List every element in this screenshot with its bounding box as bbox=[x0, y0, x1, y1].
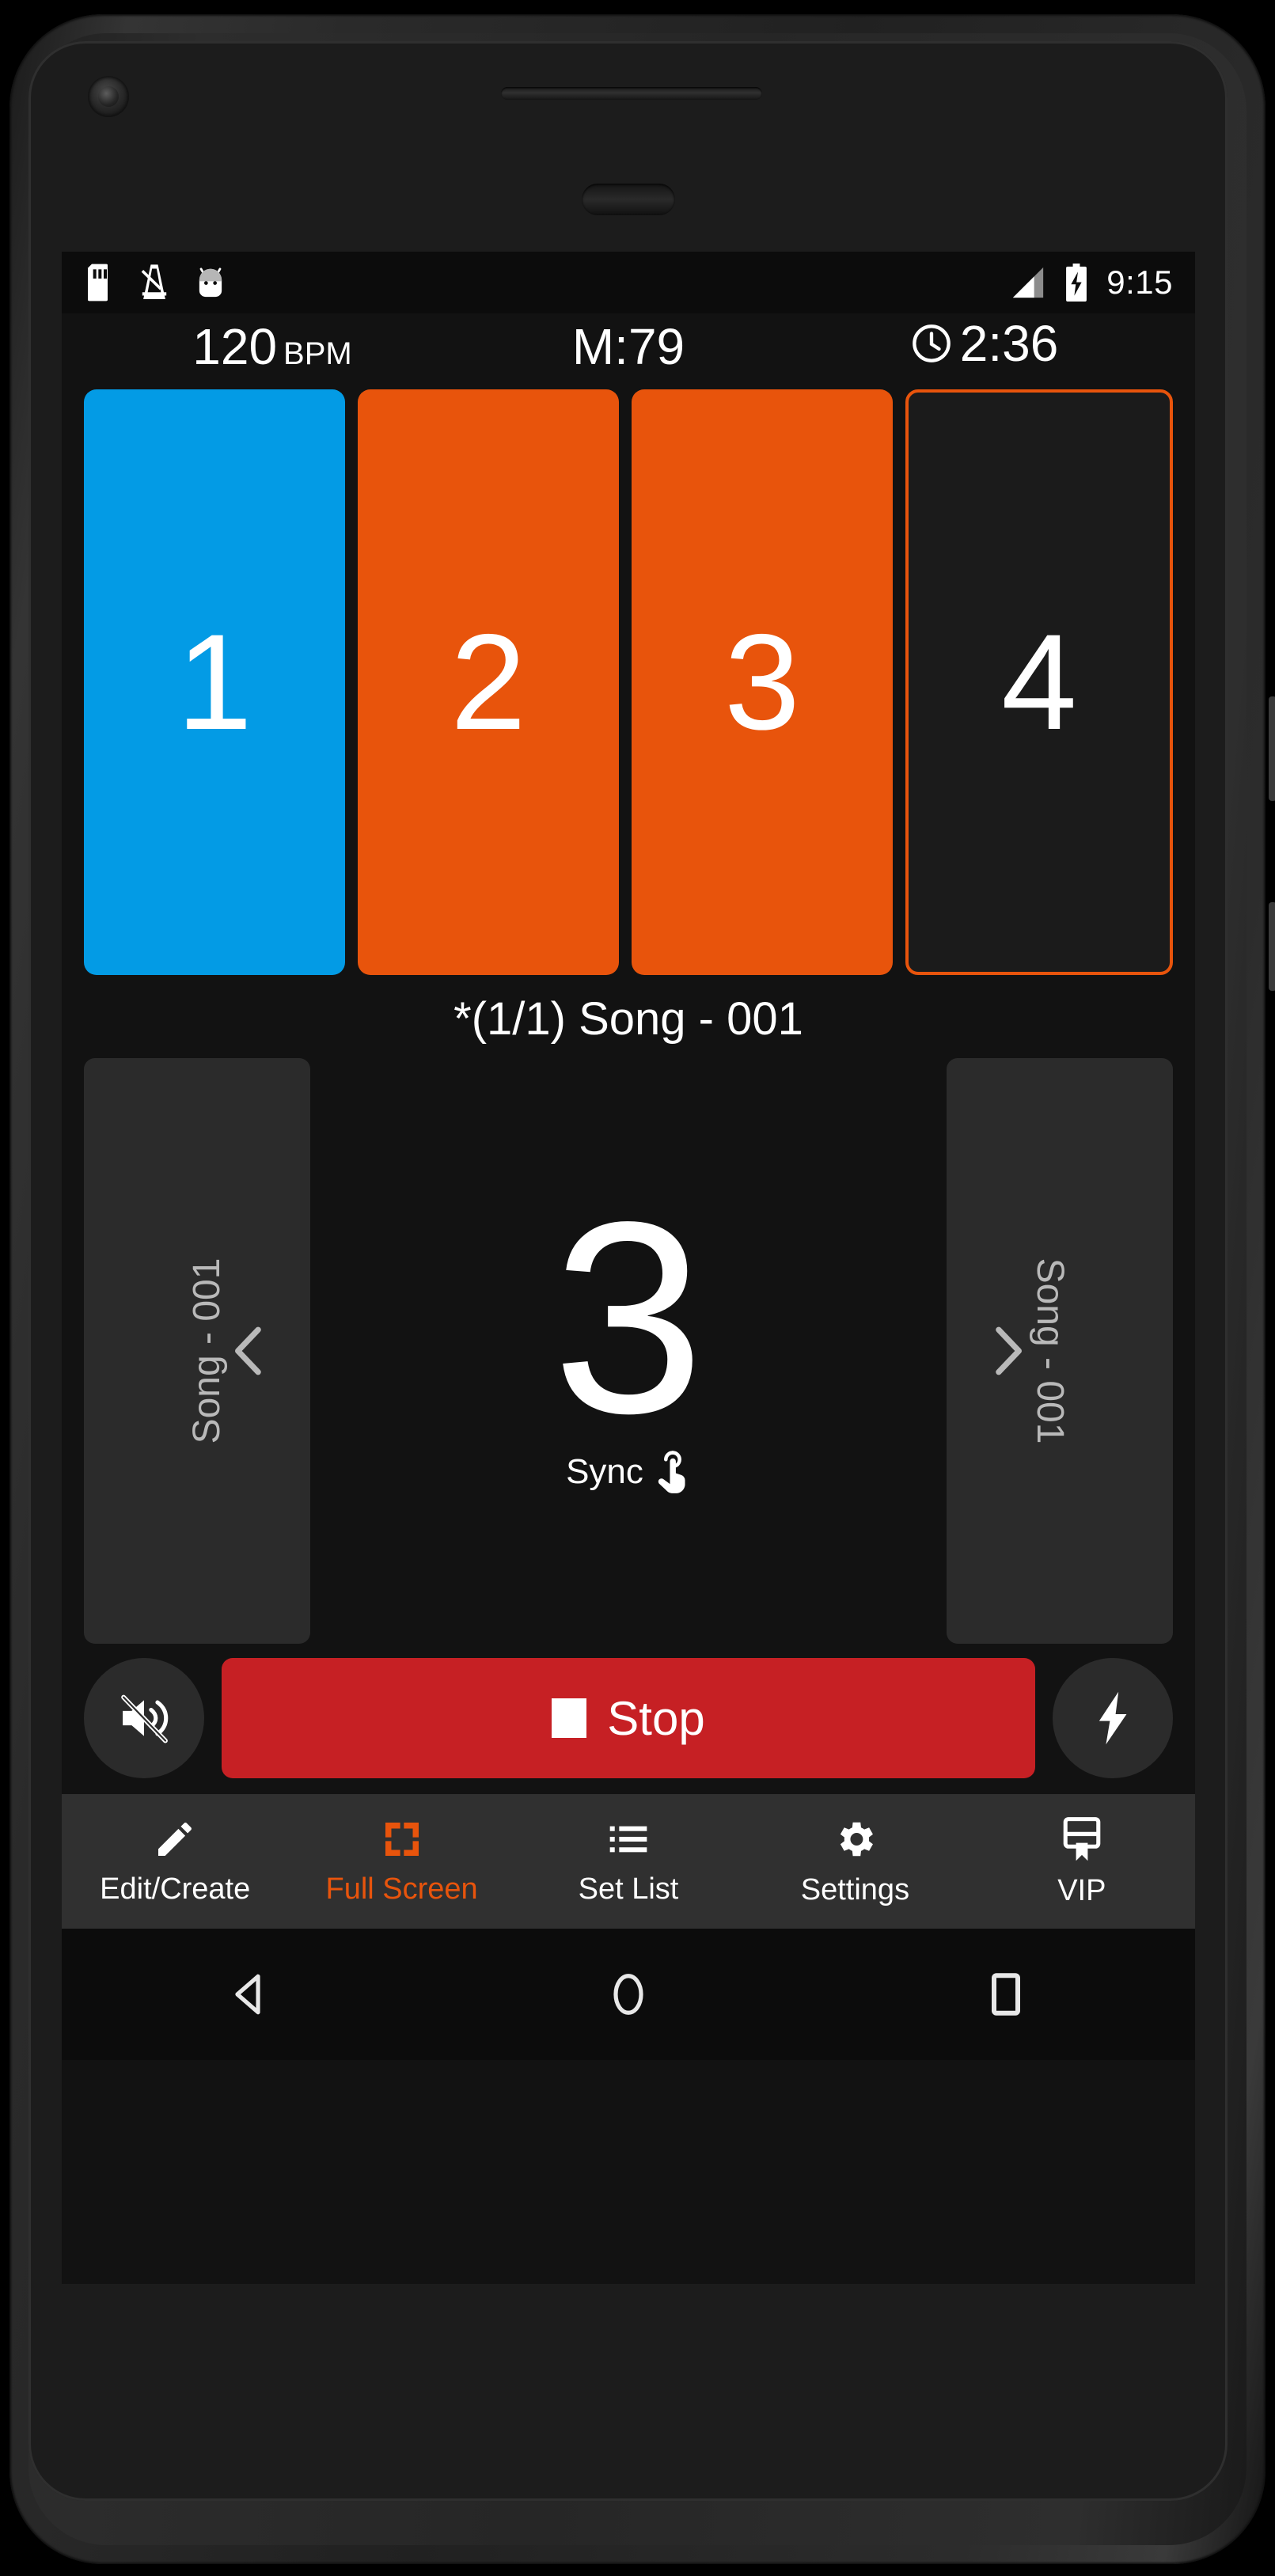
status-bar: 9:15 bbox=[62, 252, 1195, 313]
android-head-icon bbox=[193, 264, 228, 301]
counter-area: Song - 001 3 Sync Song - 001 bbox=[62, 1058, 1195, 1644]
beat-counter-value: 3 bbox=[552, 1166, 704, 1471]
back-triangle-icon bbox=[226, 1970, 275, 2019]
stop-label: Stop bbox=[607, 1691, 705, 1745]
nav-item-edit-create[interactable]: Edit/Create bbox=[62, 1817, 288, 1906]
recents-square-icon bbox=[987, 1971, 1025, 2018]
status-bar-clock: 9:15 bbox=[1106, 264, 1173, 301]
beat-label: 2 bbox=[450, 606, 526, 758]
status-bar-system-icons: 9:15 bbox=[1010, 264, 1173, 302]
elapsed-time-display[interactable]: 2:36 bbox=[795, 318, 1174, 369]
sd-card-icon bbox=[84, 264, 116, 302]
stop-button[interactable]: Stop bbox=[222, 1658, 1035, 1778]
nav-item-vip[interactable]: VIP bbox=[969, 1815, 1195, 1908]
power-button[interactable] bbox=[1269, 696, 1275, 801]
system-home-button[interactable] bbox=[439, 1970, 817, 2019]
gear-icon bbox=[832, 1816, 878, 1862]
nav-item-set-list[interactable]: Set List bbox=[515, 1817, 742, 1906]
touch-hand-icon bbox=[655, 1449, 691, 1495]
home-circle-icon bbox=[605, 1970, 651, 2019]
beat-blocks: 1 2 3 4 bbox=[62, 389, 1195, 975]
bpm-unit: BPM bbox=[283, 336, 352, 371]
beat-block-4[interactable]: 4 bbox=[905, 389, 1173, 975]
beat-label: 3 bbox=[724, 606, 800, 758]
chevron-left-icon bbox=[228, 1324, 269, 1378]
fullscreen-icon bbox=[380, 1817, 424, 1861]
playback-info-row: 120 BPM M:79 2:36 bbox=[62, 313, 1195, 389]
flash-bolt-icon bbox=[1091, 1690, 1135, 1747]
beat-label: 4 bbox=[1001, 606, 1077, 758]
volume-button[interactable] bbox=[1269, 902, 1275, 991]
nav-label: VIP bbox=[1057, 1873, 1106, 1907]
chevron-right-icon bbox=[988, 1324, 1029, 1378]
nav-label: Set List bbox=[578, 1872, 679, 1906]
flash-button[interactable] bbox=[1053, 1658, 1173, 1778]
signal-bars-icon bbox=[1010, 264, 1046, 301]
next-song-panel[interactable]: Song - 001 bbox=[947, 1058, 1173, 1644]
phone-frame: 9:15 120 BPM M:79 2:36 1 2 3 4 *(1/1) So… bbox=[0, 0, 1275, 2576]
bpm-display[interactable]: 120 BPM bbox=[82, 321, 462, 372]
list-icon bbox=[606, 1817, 651, 1861]
bottom-navigation: Edit/Create Full Screen Set List Setting… bbox=[62, 1794, 1195, 1929]
battery-charging-icon bbox=[1064, 264, 1089, 302]
clock-icon bbox=[911, 323, 952, 364]
front-camera-icon bbox=[88, 76, 129, 117]
sync-label: Sync bbox=[566, 1451, 643, 1491]
metronome-icon bbox=[138, 263, 171, 302]
nav-item-settings[interactable]: Settings bbox=[742, 1816, 968, 1907]
system-recents-button[interactable] bbox=[818, 1971, 1195, 2018]
vip-badge-icon bbox=[1060, 1815, 1104, 1863]
volume-mute-icon bbox=[116, 1690, 172, 1746]
measure-value: M:79 bbox=[571, 318, 685, 375]
earpiece-speaker bbox=[501, 87, 762, 100]
previous-song-panel[interactable]: Song - 001 bbox=[84, 1058, 310, 1644]
beat-block-2[interactable]: 2 bbox=[358, 389, 619, 975]
beat-label: 1 bbox=[176, 606, 252, 758]
phone-screen: 9:15 120 BPM M:79 2:36 1 2 3 4 *(1/1) So… bbox=[62, 252, 1195, 2284]
system-back-button[interactable] bbox=[62, 1970, 439, 2019]
mute-button[interactable] bbox=[84, 1658, 204, 1778]
nav-item-full-screen[interactable]: Full Screen bbox=[288, 1817, 514, 1906]
status-bar-notification-icons bbox=[84, 263, 228, 302]
bpm-value: 120 bbox=[192, 318, 278, 375]
beat-block-3[interactable]: 3 bbox=[632, 389, 893, 975]
measure-display[interactable]: M:79 bbox=[462, 321, 795, 372]
nav-label: Settings bbox=[800, 1872, 910, 1906]
beat-counter[interactable]: 3 Sync bbox=[310, 1058, 947, 1644]
next-song-label: Song - 001 bbox=[1029, 1258, 1072, 1444]
nav-label: Edit/Create bbox=[100, 1872, 251, 1906]
android-system-nav bbox=[62, 1929, 1195, 2060]
sync-control[interactable]: Sync bbox=[566, 1449, 691, 1495]
nav-label: Full Screen bbox=[325, 1872, 478, 1906]
pencil-icon bbox=[153, 1817, 197, 1861]
secondary-speaker bbox=[582, 184, 675, 215]
current-song-title[interactable]: *(1/1) Song - 001 bbox=[62, 975, 1195, 1058]
transport-controls: Stop bbox=[62, 1644, 1195, 1794]
elapsed-time-value: 2:36 bbox=[959, 315, 1059, 372]
beat-block-1[interactable]: 1 bbox=[84, 389, 345, 975]
stop-square-icon bbox=[552, 1698, 587, 1738]
previous-song-label: Song - 001 bbox=[185, 1258, 228, 1444]
